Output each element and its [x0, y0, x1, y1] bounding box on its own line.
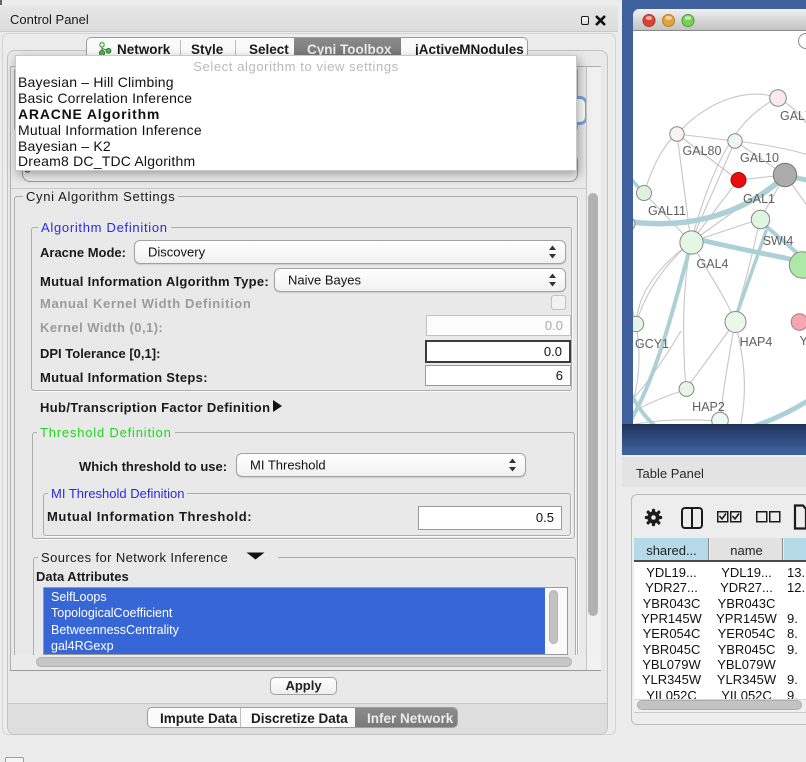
svg-text:GAL1: GAL1: [743, 192, 775, 206]
svg-text:GAL80: GAL80: [683, 144, 722, 158]
svg-text:SWI4: SWI4: [763, 234, 794, 248]
svg-text:HAP2: HAP2: [692, 400, 725, 414]
svg-text:GCY1: GCY1: [635, 337, 669, 351]
svg-text:GAL7: GAL7: [780, 109, 806, 123]
svg-text:GAL10: GAL10: [740, 151, 779, 165]
svg-text:GAL4: GAL4: [697, 257, 729, 271]
svg-text:YD: YD: [800, 334, 806, 348]
svg-text:GAL11: GAL11: [648, 204, 686, 218]
svg-text:HAP4: HAP4: [740, 335, 773, 349]
